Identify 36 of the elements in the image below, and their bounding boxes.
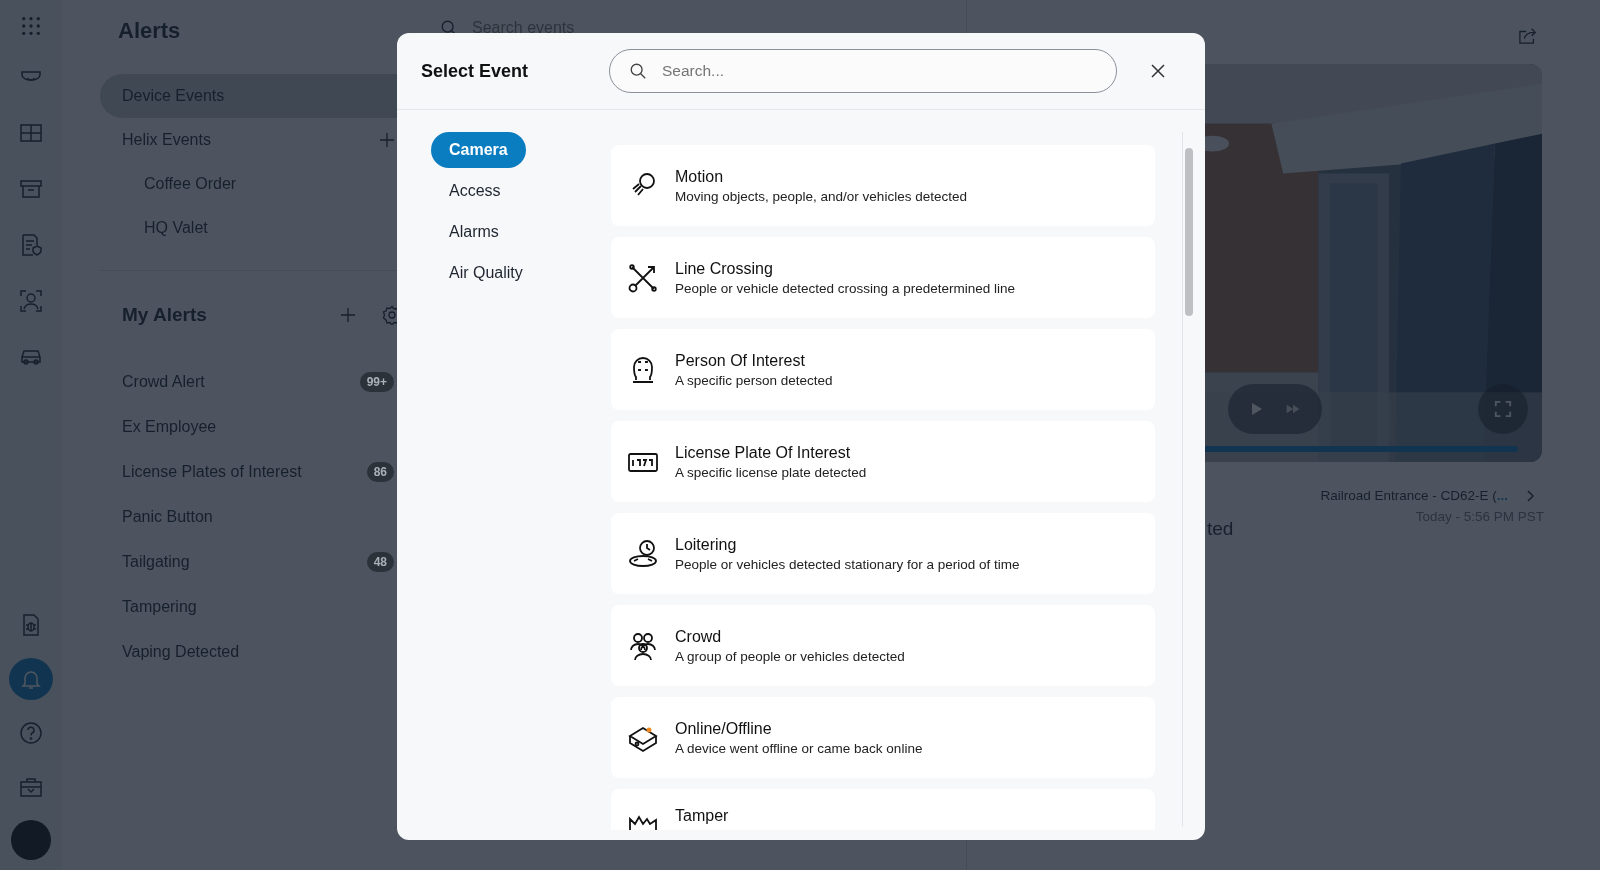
- close-icon[interactable]: [1151, 64, 1165, 78]
- event-description: Moving objects, people, and/or vehicles detected: [675, 188, 967, 204]
- line-crossing-icon: [627, 261, 659, 294]
- count-badge: 86: [366, 461, 394, 482]
- event-description: A specific license plate detected: [675, 464, 867, 480]
- event-description: A group of people or vehicles detected: [675, 648, 905, 664]
- event-option[interactable]: Online/Offline A device went offline or came back online: [611, 697, 1155, 778]
- event-option[interactable]: Line Crossing People or vehicle detected crossing a predetermined line: [611, 237, 1155, 318]
- count-badge: 48: [366, 551, 394, 572]
- search-icon: [629, 62, 647, 80]
- event-name: Loitering: [675, 535, 738, 554]
- event-option[interactable]: Person Of Interest A specific person detected: [611, 329, 1155, 410]
- event-description: People or vehicles detected stationary for a period of time: [675, 556, 1020, 572]
- event-option[interactable]: Crowd A group of people or vehicles detected: [611, 605, 1155, 686]
- event-option[interactable]: Tamper: [611, 789, 1155, 830]
- event-option[interactable]: Loitering People or vehicles detected stationary for a period of time: [611, 513, 1155, 594]
- event-option[interactable]: License Plate Of Interest A specific license plate detected: [611, 421, 1155, 502]
- event-description: A device went offline or came back online: [675, 740, 923, 756]
- scrollbar-thumb[interactable]: [1185, 148, 1193, 316]
- event-name: Motion: [675, 167, 725, 186]
- category-tab[interactable]: Air Quality: [431, 255, 541, 291]
- event-name: Line Crossing: [675, 259, 774, 278]
- event-name: Tamper: [675, 807, 729, 825]
- event-name: Person Of Interest: [675, 351, 806, 370]
- event-name: License Plate Of Interest: [675, 443, 852, 462]
- category-tab[interactable]: Alarms: [431, 214, 517, 250]
- category-tab[interactable]: Camera: [431, 132, 526, 168]
- event-name: Online/Offline: [675, 719, 773, 738]
- search-field[interactable]: Search...: [609, 49, 1117, 93]
- event-name: Crowd: [675, 627, 723, 646]
- category-tab[interactable]: Access: [431, 173, 519, 209]
- count-badge: 99+: [359, 371, 394, 392]
- event-option[interactable]: Motion Moving objects, people, and/or vehicles detected: [611, 145, 1155, 226]
- event-description: A specific person detected: [675, 372, 833, 388]
- event-description: People or vehicle detected crossing a predetermined line: [675, 280, 1015, 296]
- loitering-icon: [627, 537, 659, 570]
